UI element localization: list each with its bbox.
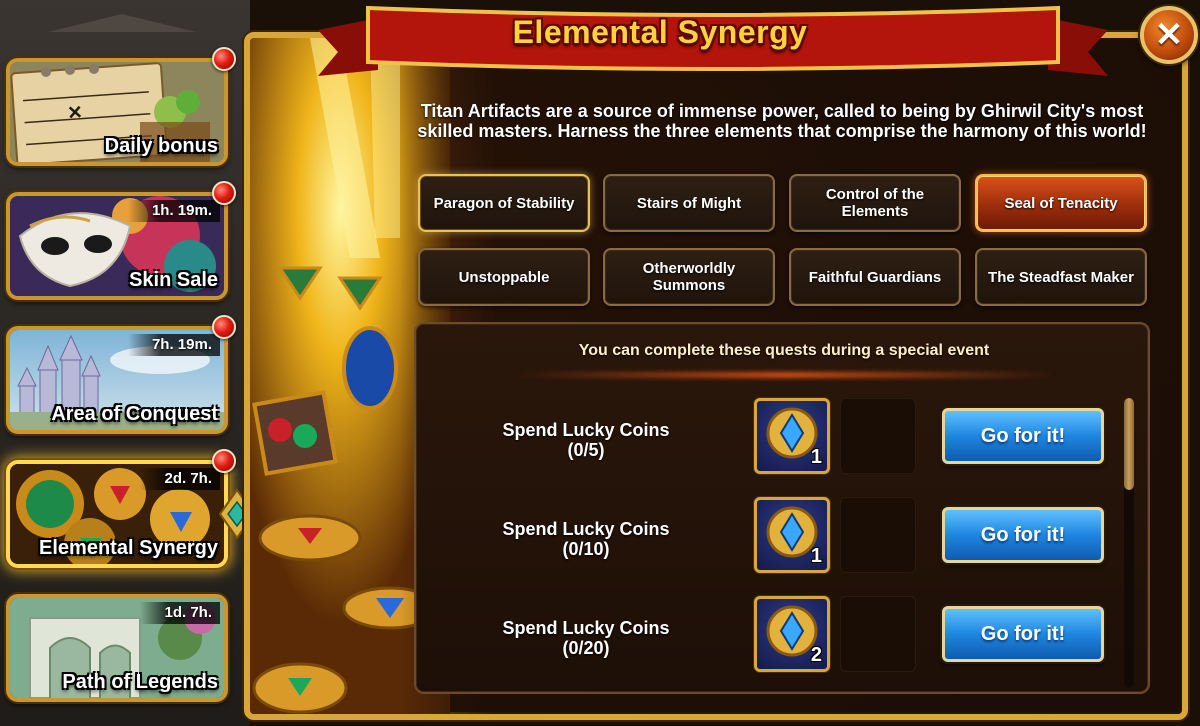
scrollbar-thumb[interactable] bbox=[1124, 398, 1134, 490]
quest-progress: (0/10) bbox=[562, 539, 610, 559]
reward-count: 1 bbox=[810, 446, 822, 468]
event-sidebar: Daily bonus 1h. 19m. Skin Sale 7h. 19m. … bbox=[0, 0, 256, 726]
reward-slot[interactable]: 1 bbox=[754, 497, 830, 573]
sidebar-item-label: Path of Legends bbox=[62, 671, 218, 693]
quest-progress: (0/20) bbox=[562, 638, 610, 658]
sidebar-item-label: Elemental Synergy bbox=[39, 537, 218, 559]
notification-badge-icon bbox=[212, 47, 236, 71]
empty-reward-slot bbox=[840, 497, 916, 573]
event-description: Titan Artifacts are a source of immense … bbox=[417, 101, 1147, 141]
sidebar-item-path-of-legends[interactable]: 1d. 7h. Path of Legends bbox=[6, 594, 228, 702]
empty-reward-slot bbox=[840, 398, 916, 474]
quest-progress: (0/5) bbox=[567, 440, 605, 460]
tab-the-steadfast-maker[interactable]: The Steadfast Maker bbox=[975, 248, 1147, 306]
sidebar-item-timer: 1d. 7h. bbox=[140, 602, 220, 624]
tab-unstoppable[interactable]: Unstoppable bbox=[418, 248, 590, 306]
notification-badge-icon bbox=[212, 315, 236, 339]
sidebar-item-timer: 2d. 7h. bbox=[140, 468, 220, 490]
quest-name-text: Spend Lucky Coins bbox=[502, 420, 670, 440]
reward-slot[interactable]: 1 bbox=[754, 398, 830, 474]
notification-badge-icon bbox=[212, 181, 236, 205]
close-x-icon: ✕ bbox=[1154, 16, 1184, 54]
reward-count: 2 bbox=[810, 644, 822, 666]
tab-faithful-guardians[interactable]: Faithful Guardians bbox=[789, 248, 961, 306]
quest-row: Spend Lucky Coins (0/10) 1 Go for it! bbox=[416, 497, 1152, 577]
sidebar-item-label: Area of Conquest bbox=[51, 403, 218, 425]
sidebar-item-label: Daily bonus bbox=[104, 135, 218, 157]
sidebar-item-skin-sale[interactable]: 1h. 19m. Skin Sale bbox=[6, 192, 228, 300]
quest-list: You can complete these quests during a s… bbox=[414, 322, 1150, 694]
go-for-it-button[interactable]: Go for it! bbox=[942, 507, 1104, 563]
empty-reward-slot bbox=[840, 596, 916, 672]
sidebar-item-elemental-synergy[interactable]: 2d. 7h. Elemental Synergy bbox=[6, 460, 228, 568]
quest-name-text: Spend Lucky Coins bbox=[502, 618, 670, 638]
tab-seal-of-tenacity[interactable]: Seal of Tenacity bbox=[975, 174, 1147, 232]
quest-title: Spend Lucky Coins (0/10) bbox=[486, 519, 686, 559]
go-for-it-button[interactable]: Go for it! bbox=[942, 408, 1104, 464]
quest-title: Spend Lucky Coins (0/5) bbox=[486, 420, 686, 460]
sidebar-item-area-of-conquest[interactable]: 7h. 19m. Area of Conquest bbox=[6, 326, 228, 434]
notification-badge-icon bbox=[212, 449, 236, 473]
close-button[interactable]: ✕ bbox=[1140, 6, 1198, 64]
sidebar-item-daily-bonus[interactable]: Daily bonus bbox=[6, 58, 228, 166]
sidebar-item-timer: 7h. 19m. bbox=[127, 334, 220, 356]
tab-stairs-of-might[interactable]: Stairs of Might bbox=[603, 174, 775, 232]
quest-list-header: You can complete these quests during a s… bbox=[578, 342, 990, 359]
tab-otherworldly-summons[interactable]: Otherworldly Summons bbox=[603, 248, 775, 306]
go-for-it-button[interactable]: Go for it! bbox=[942, 606, 1104, 662]
quest-title: Spend Lucky Coins (0/20) bbox=[486, 618, 686, 658]
quest-row: Spend Lucky Coins (0/20) 2 Go for it! bbox=[416, 596, 1152, 676]
header-divider bbox=[516, 372, 1056, 378]
quest-name-text: Spend Lucky Coins bbox=[502, 519, 670, 539]
sidebar-item-timer: 1h. 19m. bbox=[127, 200, 220, 222]
quest-row: Spend Lucky Coins (0/5) 1 Go for it! bbox=[416, 398, 1152, 478]
page-title: Elemental Synergy bbox=[512, 14, 808, 50]
sidebar-item-label: Skin Sale bbox=[129, 269, 218, 291]
tab-control-of-the-elements[interactable]: Control of the Elements bbox=[789, 174, 961, 232]
tab-paragon-of-stability[interactable]: Paragon of Stability bbox=[418, 174, 590, 232]
reward-slot[interactable]: 2 bbox=[754, 596, 830, 672]
reward-count: 1 bbox=[810, 545, 822, 567]
